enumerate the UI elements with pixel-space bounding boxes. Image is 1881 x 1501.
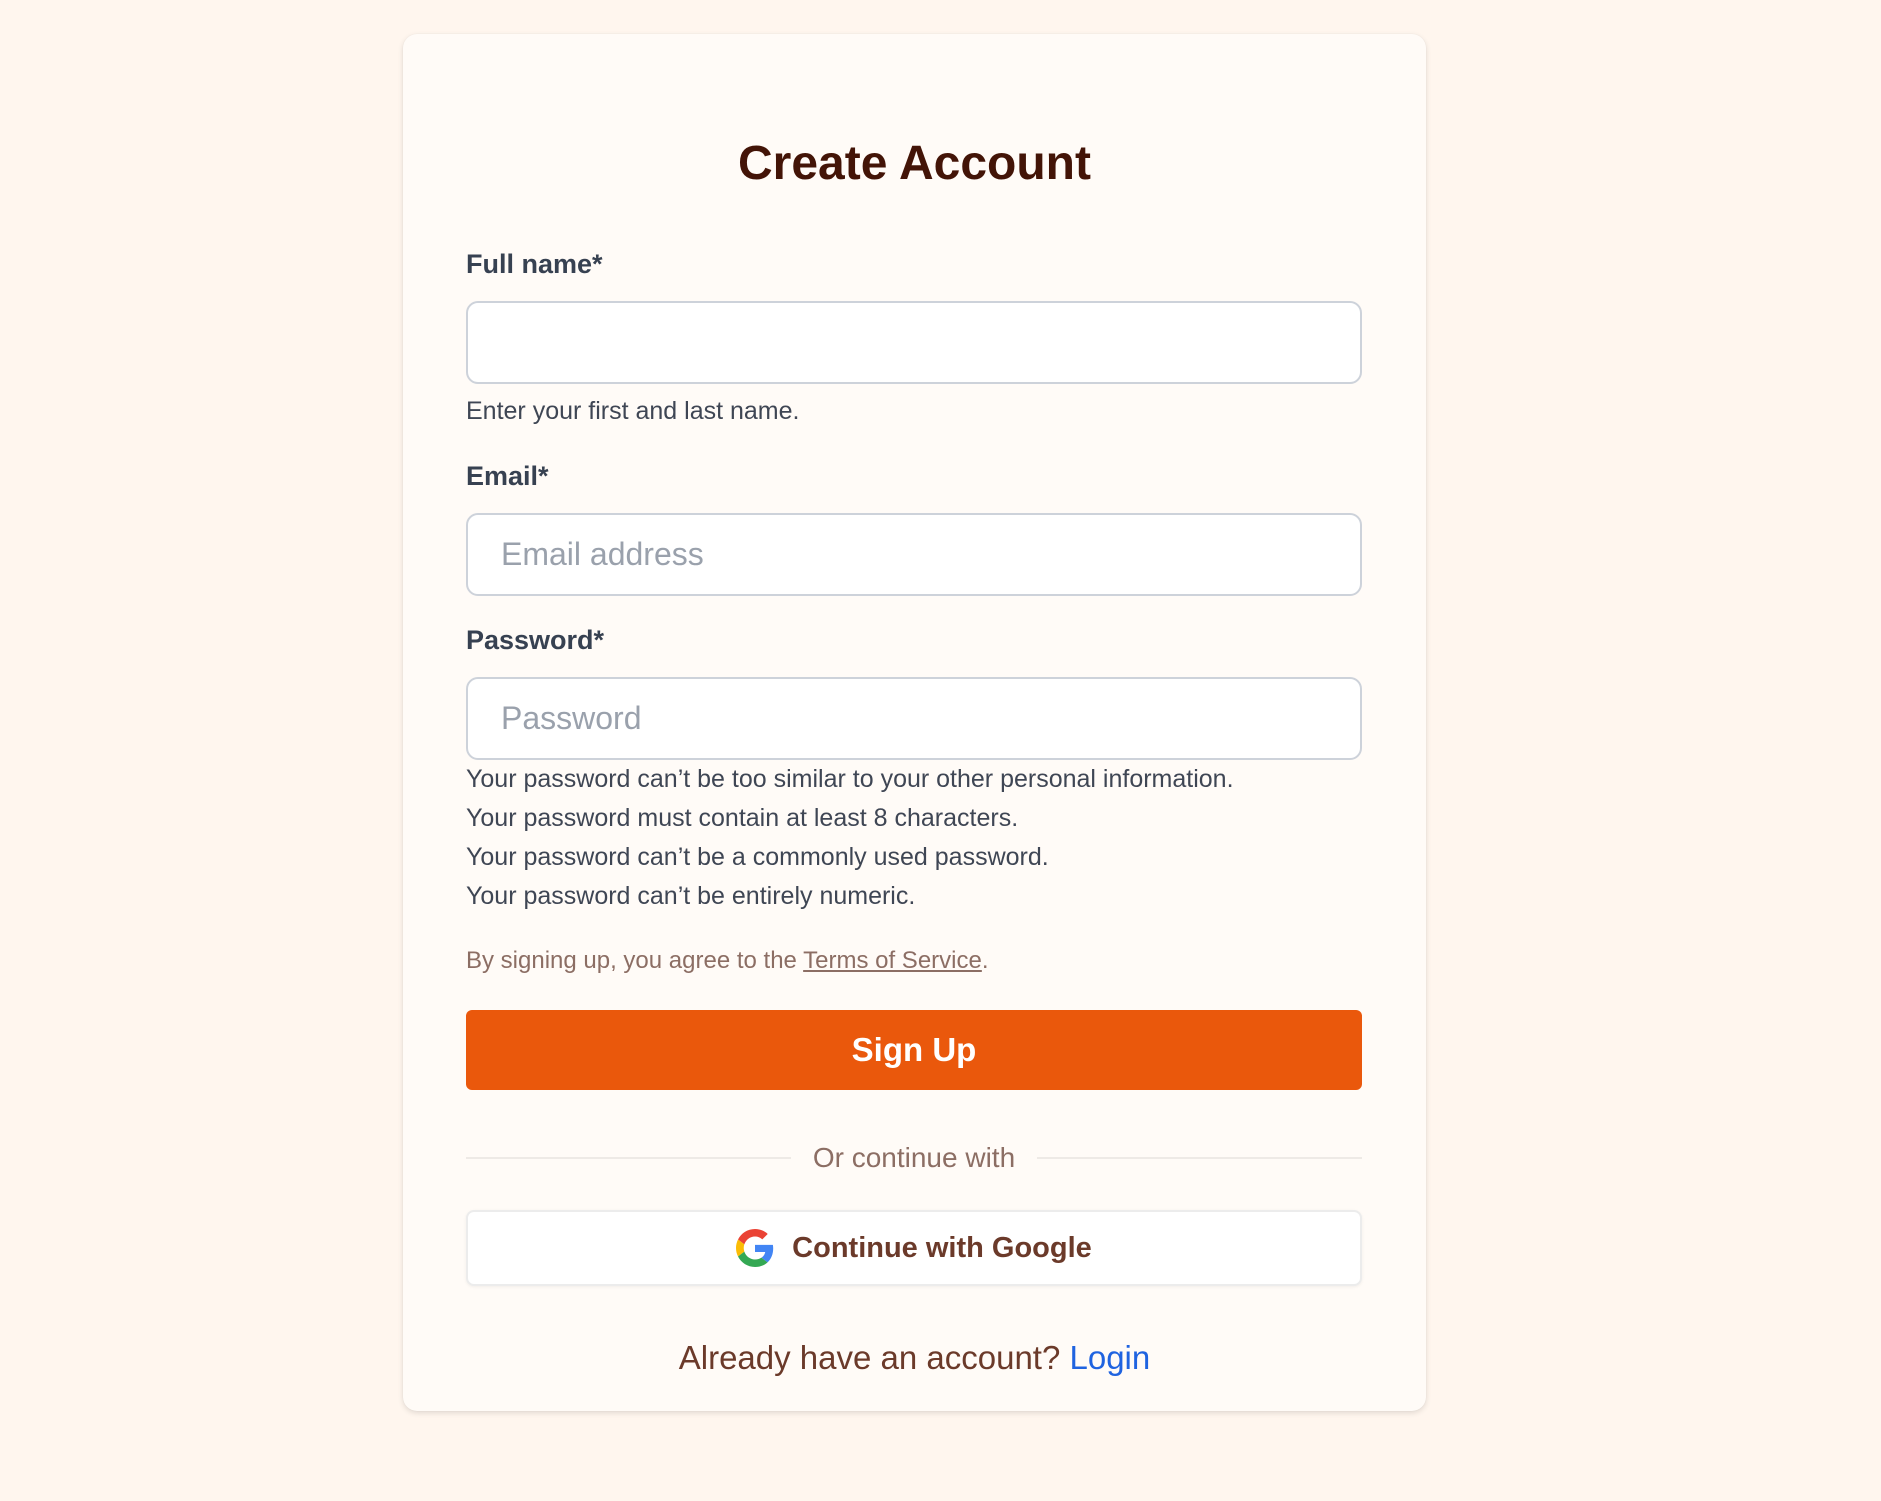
signup-card: Create Account Full name* Enter your fir… bbox=[403, 34, 1426, 1411]
or-divider: Or continue with bbox=[466, 1138, 1362, 1178]
full-name-input[interactable] bbox=[466, 301, 1362, 384]
password-input[interactable] bbox=[466, 677, 1362, 760]
login-link[interactable]: Login bbox=[1070, 1339, 1151, 1376]
google-button-label: Continue with Google bbox=[792, 1231, 1092, 1264]
terms-suffix: . bbox=[981, 947, 989, 974]
email-input[interactable] bbox=[466, 513, 1362, 596]
terms-of-service-link[interactable]: Terms of Service bbox=[803, 947, 982, 974]
password-help-length: Your password must contain at least 8 ch… bbox=[466, 804, 1019, 832]
password-label: Password* bbox=[466, 625, 605, 655]
page-title: Create Account bbox=[738, 137, 1091, 190]
password-help-similar: Your password can’t be too similar to yo… bbox=[466, 765, 1234, 793]
password-help-common: Your password can’t be a commonly used p… bbox=[466, 843, 1049, 871]
continue-with-google-button[interactable]: Continue with Google bbox=[466, 1210, 1362, 1286]
password-help-numeric: Your password can’t be entirely numeric. bbox=[466, 882, 916, 910]
full-name-label: Full name* bbox=[466, 249, 603, 279]
email-label: Email* bbox=[466, 461, 549, 491]
full-name-help: Enter your first and last name. bbox=[466, 397, 800, 425]
terms-prefix: By signing up, you agree to the bbox=[466, 947, 804, 974]
sign-up-button[interactable]: Sign Up bbox=[466, 1010, 1362, 1090]
login-prompt: Already have an account? Login bbox=[403, 1336, 1426, 1380]
google-logo-icon bbox=[736, 1229, 774, 1267]
divider-text: Or continue with bbox=[812, 1142, 1016, 1173]
login-prompt-text: Already have an account? bbox=[678, 1339, 1070, 1376]
terms-notice: By signing up, you agree to the Terms of… bbox=[466, 943, 989, 979]
